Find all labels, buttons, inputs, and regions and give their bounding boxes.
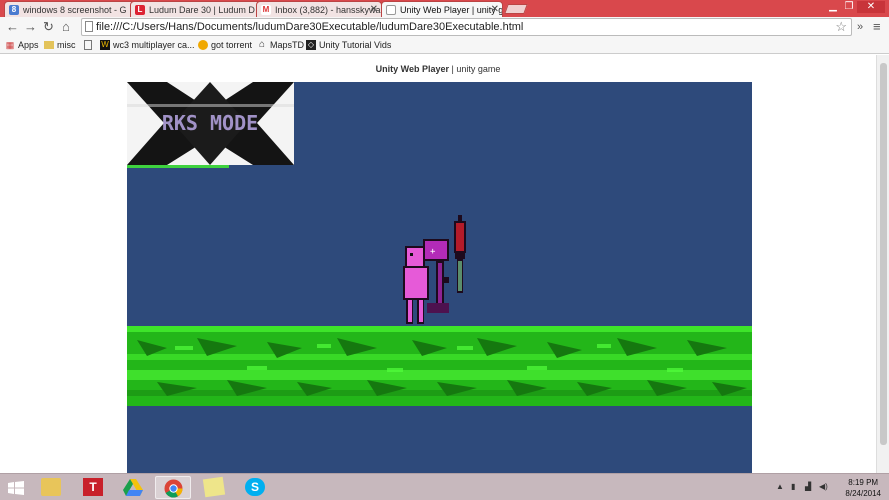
bookmark-label: Apps <box>18 40 39 50</box>
bookmark-wc3[interactable]: W wc3 multiplayer ca... <box>100 40 195 50</box>
grass-texture <box>127 326 752 406</box>
clock-date: 8/24/2014 <box>845 489 881 498</box>
unity-icon: ◇ <box>306 40 316 50</box>
bookmark-unity-tutorial[interactable]: ◇ Unity Tutorial Vids <box>306 40 391 50</box>
tab-ludum-dare[interactable]: L Ludum Dare 30 | Ludum D ✕ <box>130 1 270 17</box>
close-window-icon[interactable]: ✕ <box>857 1 885 13</box>
reload-icon[interactable]: ↻ <box>43 20 54 34</box>
extensions-chevron-icon[interactable]: » <box>857 20 863 34</box>
windows-taskbar: T S ▲ ▮ ▟ ◀) 8:19 PM 8/24/2014 <box>0 473 889 500</box>
address-text[interactable]: file:///C:/Users/Hans/Documents/ludumDar… <box>96 21 523 33</box>
tab-windows8-screenshot[interactable]: 8 windows 8 screenshot - G ✕ <box>4 1 144 17</box>
logo-text: RKS MODE <box>162 111 258 135</box>
unity-game-canvas[interactable]: RKS MODE + <box>127 82 752 473</box>
back-icon[interactable]: ← <box>6 20 19 34</box>
red-torch <box>454 215 466 293</box>
tab-strip: 8 windows 8 screenshot - G ✕ L Ludum Dar… <box>0 0 889 17</box>
windows-logo-icon <box>8 481 24 495</box>
tab-title: Inbox (3,882) - hansskywa <box>275 5 381 15</box>
x-emblem-icon: RKS MODE <box>127 82 294 165</box>
page-title: Unity Web Player | unity game <box>0 64 876 74</box>
bookmark-label: wc3 multiplayer ca... <box>113 40 195 50</box>
page-icon <box>84 40 92 50</box>
tab-title: Ludum Dare 30 | Ludum D <box>149 5 255 15</box>
chrome-icon <box>164 479 183 498</box>
system-clock[interactable]: 8:19 PM 8/24/2014 <box>845 477 881 499</box>
file-explorer-icon <box>41 478 61 496</box>
volume-icon[interactable]: ◀) <box>819 482 828 491</box>
wc3-icon: W <box>100 40 110 50</box>
page-title-bold: Unity Web Player <box>375 64 449 74</box>
page-title-subtitle: unity game <box>456 64 501 74</box>
grass-platform <box>127 326 752 406</box>
health-bar <box>127 165 229 168</box>
scrollbar-thumb[interactable] <box>880 63 887 445</box>
torrent-icon <box>198 40 208 50</box>
tab-title: Unity Web Player | unity g <box>400 5 503 15</box>
show-hidden-icons[interactable]: ▲ <box>776 482 784 491</box>
page-scrollbar[interactable] <box>876 55 889 473</box>
taskbar-sticky-notes[interactable] <box>196 476 232 499</box>
page-icon <box>386 5 396 15</box>
bookmark-apps[interactable]: ▦ Apps <box>5 40 39 50</box>
bookmark-label: MapsTD <box>270 40 305 50</box>
bookmark-label: got torrent <box>211 40 253 50</box>
game-mode-logo: RKS MODE <box>127 82 294 165</box>
bookmark-got-torrent[interactable]: got torrent <box>198 40 252 50</box>
start-button[interactable] <box>2 476 30 499</box>
bookmarks-bar: ▦ Apps misc W wc3 multiplayer ca... got … <box>0 37 889 54</box>
home-icon[interactable]: ⌂ <box>62 20 70 34</box>
address-bar[interactable]: file:///C:/Users/Hans/Documents/ludumDar… <box>81 18 852 36</box>
forward-icon[interactable]: → <box>24 20 37 34</box>
svg-text:+: + <box>430 247 436 257</box>
bookmark-misc[interactable]: misc <box>44 40 76 50</box>
bookmark-label: Unity Tutorial Vids <box>319 40 392 50</box>
taskbar-chrome[interactable] <box>155 476 191 499</box>
taskbar-t-app[interactable]: T <box>75 476 111 499</box>
sticky-notes-icon <box>202 476 226 498</box>
page-icon <box>85 21 93 32</box>
bookmark-star-icon[interactable]: ☆ <box>835 19 847 35</box>
minimize-icon[interactable]: ▁ <box>826 1 840 13</box>
close-tab-icon[interactable]: ✕ <box>370 4 378 15</box>
apps-grid-icon: ▦ <box>5 40 15 50</box>
tab-unity-web-player[interactable]: Unity Web Player | unity g ✕ <box>381 1 503 17</box>
restore-icon[interactable]: ❐ <box>842 1 856 13</box>
google-drive-icon <box>123 479 143 496</box>
gmail-icon: M <box>261 5 271 15</box>
bookmark-label: misc <box>57 40 76 50</box>
menu-icon[interactable]: ≡ <box>873 20 881 34</box>
ludum-dare-icon: L <box>135 5 145 15</box>
home-icon: ⌂ <box>258 39 266 50</box>
signal-icon[interactable]: ▟ <box>805 482 811 491</box>
t-app-icon: T <box>83 478 103 496</box>
taskbar-skype[interactable]: S <box>237 476 273 499</box>
google-icon: 8 <box>9 5 19 15</box>
taskbar-google-drive[interactable] <box>115 476 151 499</box>
bookmark-mapstd[interactable]: ⌂ MapsTD <box>257 39 305 51</box>
clock-time: 8:19 PM <box>848 478 879 487</box>
network-icon[interactable]: ▮ <box>791 482 795 491</box>
tab-inbox[interactable]: M Inbox (3,882) - hansskywa ✕ <box>256 1 382 17</box>
new-tab-button[interactable] <box>504 4 528 14</box>
taskbar-file-explorer[interactable] <box>33 476 69 499</box>
skype-icon: S <box>245 478 265 496</box>
close-tab-icon[interactable]: ✕ <box>491 4 499 15</box>
folder-icon <box>44 41 54 49</box>
tab-title: windows 8 screenshot - G <box>23 5 127 15</box>
